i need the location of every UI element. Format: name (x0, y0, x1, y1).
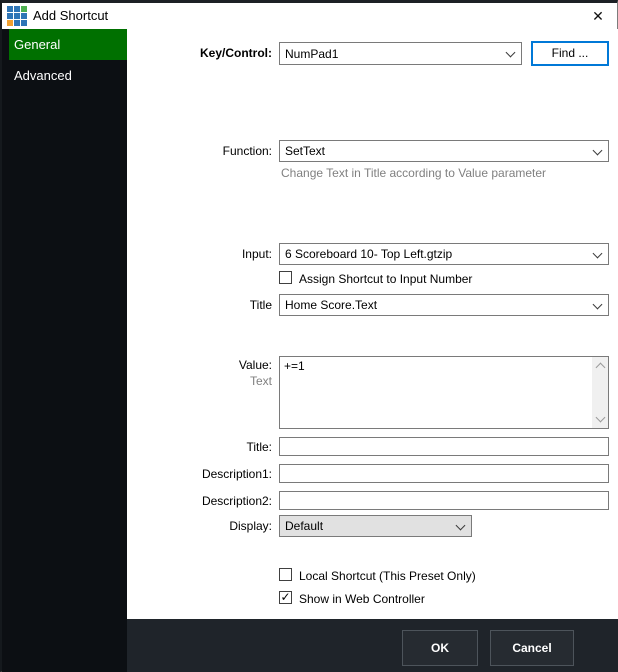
sidebar-item-advanced[interactable]: Advanced (2, 60, 127, 91)
scroll-up-icon[interactable] (596, 362, 605, 371)
chevron-down-icon (506, 49, 515, 58)
web-controller-label: Show in Web Controller (299, 592, 425, 606)
chevron-down-icon (593, 301, 602, 310)
input-value: 6 Scoreboard 10- Top Left.gtzip (285, 247, 593, 261)
window-title: Add Shortcut (33, 8, 108, 23)
input-label: Input: (127, 247, 272, 261)
local-shortcut-label: Local Shortcut (This Preset Only) (299, 569, 476, 583)
chevron-down-icon (593, 147, 602, 156)
chevron-down-icon (593, 250, 602, 259)
value-textarea-frame: +=1 (279, 356, 609, 429)
function-value: SetText (285, 144, 593, 158)
assign-shortcut-label: Assign Shortcut to Input Number (299, 272, 472, 286)
assign-shortcut-checkbox[interactable] (279, 271, 292, 284)
local-shortcut-checkbox[interactable] (279, 568, 292, 581)
sidebar-item-general[interactable]: General (9, 29, 127, 60)
app-logo-icon (7, 6, 27, 26)
key-control-select[interactable]: NumPad1 (279, 42, 522, 65)
title-input[interactable] (279, 437, 609, 456)
find-button[interactable]: Find ... (531, 41, 609, 66)
cancel-button[interactable]: Cancel (490, 630, 574, 666)
description1-label: Description1: (127, 467, 272, 481)
key-control-value: NumPad1 (285, 47, 506, 61)
add-shortcut-dialog: Add Shortcut ✕ General Advanced Key/Cont… (0, 0, 618, 672)
ok-button[interactable]: OK (402, 630, 478, 666)
value-label: Value: (127, 358, 272, 372)
value-textarea[interactable]: +=1 (280, 357, 591, 428)
sidebar: General Advanced (2, 29, 127, 672)
title-input-label: Title: (127, 440, 272, 454)
description2-label: Description2: (127, 494, 272, 508)
display-label: Display: (127, 519, 272, 533)
title-select-label: Title (127, 298, 272, 312)
input-select[interactable]: 6 Scoreboard 10- Top Left.gtzip (279, 243, 609, 265)
title-select-value: Home Score.Text (285, 298, 593, 312)
display-select[interactable]: Default (279, 515, 472, 537)
scroll-down-icon[interactable] (596, 414, 605, 423)
web-controller-checkbox[interactable]: ✓ (279, 591, 292, 604)
title-select[interactable]: Home Score.Text (279, 294, 609, 316)
textarea-scrollbar[interactable] (592, 357, 608, 428)
title-bar: Add Shortcut ✕ (2, 3, 617, 29)
chevron-down-icon (456, 522, 465, 531)
function-select[interactable]: SetText (279, 140, 609, 162)
close-icon[interactable]: ✕ (589, 7, 607, 25)
footer-bar: OK Cancel (127, 619, 618, 672)
display-value: Default (285, 519, 456, 533)
function-description: Change Text in Title according to Value … (281, 166, 546, 180)
key-control-label: Key/Control: (127, 46, 272, 60)
dialog-content: Key/Control: NumPad1 Find ... Function: … (127, 29, 618, 619)
function-label: Function: (127, 144, 272, 158)
description1-input[interactable] (279, 464, 609, 483)
description2-input[interactable] (279, 491, 609, 510)
value-sublabel: Text (127, 374, 272, 388)
